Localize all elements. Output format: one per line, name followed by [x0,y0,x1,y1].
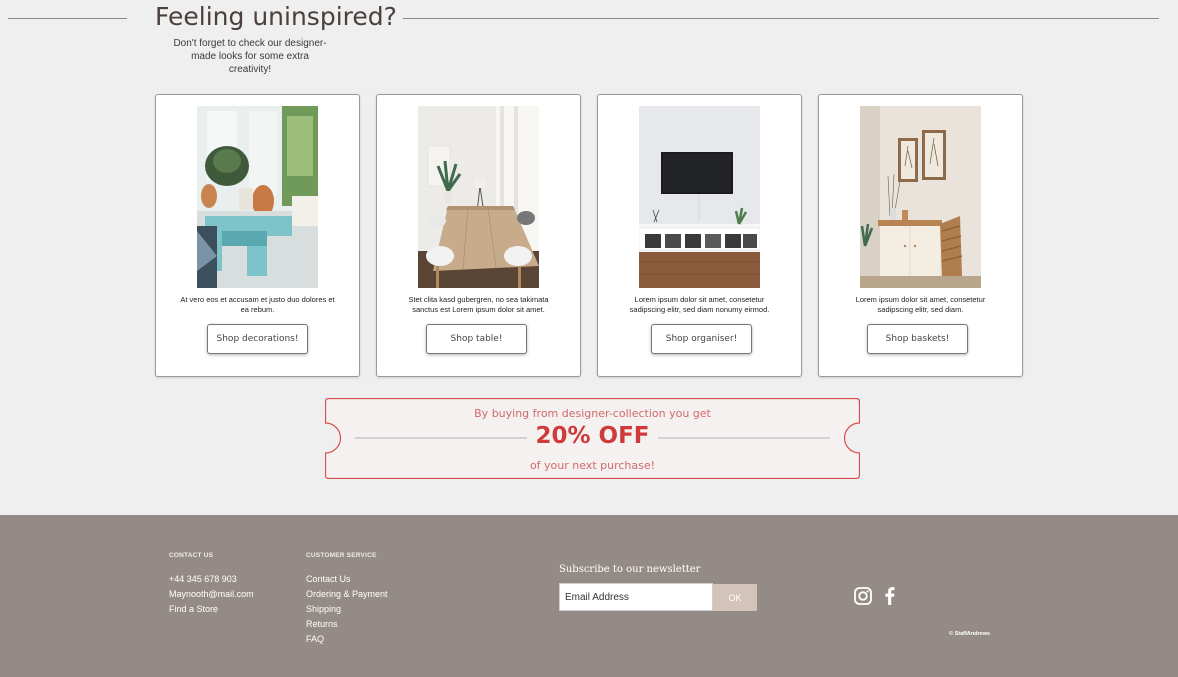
footer-link-contact-us[interactable]: Contact Us [306,572,351,587]
newsletter-email-input[interactable] [559,583,713,611]
footer-link-ordering-payment[interactable]: Ordering & Payment [306,587,388,602]
page-title: Feeling uninspired? [155,2,397,31]
header-divider-right [403,18,1159,19]
coupon-line-1: By buying from designer-collection you g… [474,407,711,420]
find-store-link[interactable]: Find a Store [169,602,218,617]
table-photo [418,106,539,288]
shop-baskets-button[interactable]: Shop baskets! [867,324,968,354]
page-subtitle: Don't forget to check our designer-made … [173,38,327,75]
product-card-baskets: Lorem ipsum dolor sit amet, consetetur s… [818,94,1023,377]
contact-heading: CONTACT US [169,552,214,559]
newsletter-ok-button[interactable]: OK [713,584,757,611]
card-description: Stet clita kasd gubergren, no sea takima… [408,295,549,314]
footer: CONTACT US +44 345 678 903 Maynooth@mail… [0,515,1178,677]
footer-link-faq[interactable]: FAQ [306,632,324,647]
product-card-organiser: Lorem ipsum dolor sit amet, consetetur s… [597,94,802,377]
customer-service-heading: CUSTOMER SERVICE [306,552,377,559]
footer-link-returns[interactable]: Returns [306,617,338,632]
copyright: © StaffAndrews [949,631,991,637]
product-card-decorations: At vero eos et accusam et justo duo dolo… [155,94,360,377]
shop-table-button[interactable]: Shop table! [426,324,527,354]
shop-organiser-button[interactable]: Shop organiser! [651,324,752,354]
footer-link-shipping[interactable]: Shipping [306,602,341,617]
coupon-line-2: of your next purchase! [529,459,656,472]
instagram-icon[interactable] [853,586,873,606]
card-description: At vero eos et accusam et justo duo dolo… [180,295,335,314]
product-card-table: Stet clita kasd gubergren, no sea takima… [376,94,581,377]
coupon-discount: 20% OFF [535,423,650,449]
contact-email[interactable]: Maynooth@mail.com [169,587,254,602]
card-description: Lorem ipsum dolor sit amet, consetetur s… [629,295,770,314]
shop-decorations-button[interactable]: Shop decorations! [207,324,308,354]
header-divider-left [8,18,127,19]
decorations-photo [197,106,318,288]
card-description: Lorem ipsum dolor sit amet, consetetur s… [855,295,986,314]
contact-phone[interactable]: +44 345 678 903 [169,572,237,587]
newsletter-title: Subscribe to our newsletter [559,564,701,575]
organiser-photo [639,106,760,288]
facebook-icon[interactable] [880,586,900,606]
baskets-photo [860,106,981,288]
